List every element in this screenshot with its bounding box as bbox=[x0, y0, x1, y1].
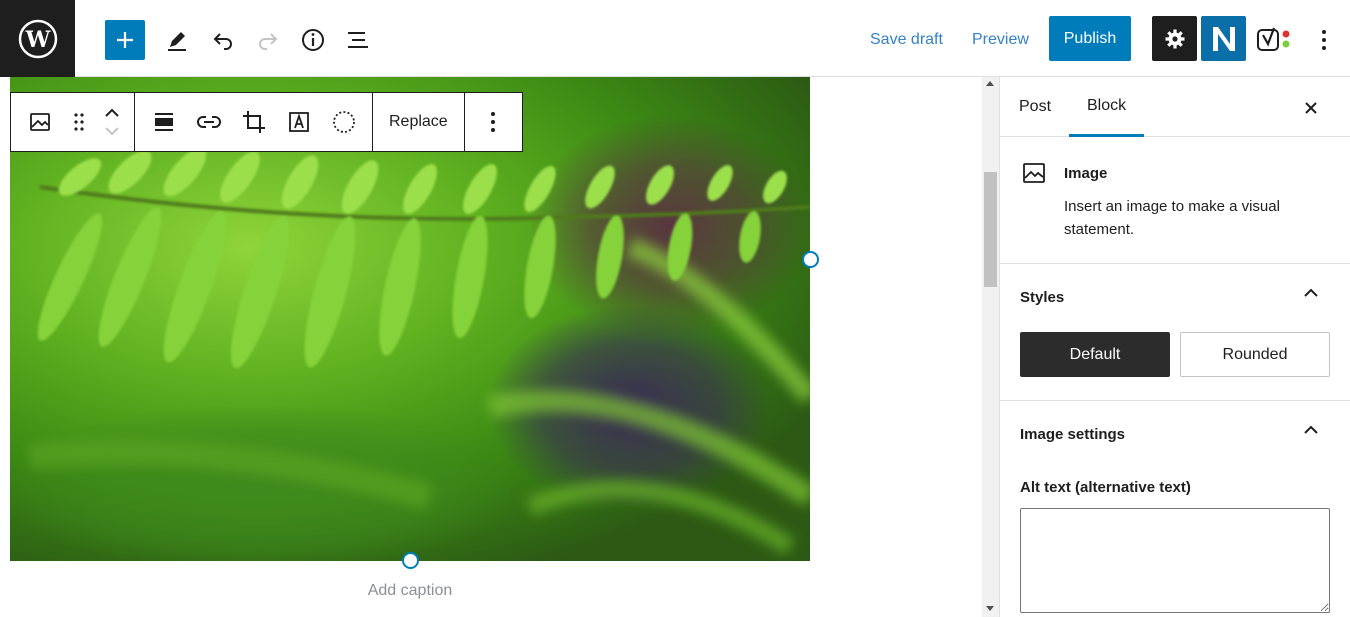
block-description: Insert an image to make a visual stateme… bbox=[1064, 198, 1280, 238]
yoast-button[interactable] bbox=[1252, 20, 1298, 60]
settings-button[interactable] bbox=[1152, 16, 1197, 61]
resize-handle-bottom[interactable] bbox=[402, 552, 419, 569]
canvas-scrollbar[interactable] bbox=[982, 77, 999, 617]
publish-button[interactable]: Publish bbox=[1049, 16, 1131, 61]
image-caption[interactable]: Add caption bbox=[10, 582, 970, 600]
replace-button[interactable]: Replace bbox=[379, 93, 458, 151]
styles-panel: Styles Default Rounded bbox=[1000, 264, 1350, 401]
align-button[interactable] bbox=[141, 93, 186, 151]
crop-button[interactable] bbox=[231, 93, 276, 151]
move-block-button[interactable] bbox=[95, 93, 128, 151]
link-button[interactable] bbox=[186, 93, 231, 151]
block-toolbar: Replace bbox=[10, 92, 523, 152]
styles-options: Default Rounded bbox=[1000, 330, 1350, 400]
add-block-button[interactable] bbox=[105, 20, 145, 60]
style-rounded-button[interactable]: Rounded bbox=[1180, 332, 1330, 377]
drag-handle-icon bbox=[73, 113, 84, 131]
wordpress-logo[interactable]: W bbox=[0, 0, 75, 77]
text-overlay-button[interactable] bbox=[276, 93, 321, 151]
align-icon bbox=[154, 113, 173, 131]
styles-panel-toggle[interactable]: Styles bbox=[1000, 264, 1350, 330]
image-icon bbox=[1023, 163, 1045, 183]
block-icon bbox=[1022, 161, 1046, 190]
close-icon bbox=[1305, 102, 1317, 114]
alt-text-label: Alt text (alternative text) bbox=[1020, 479, 1191, 496]
editor-header: W Save draft Preview Publish bbox=[0, 0, 1350, 77]
editor-canvas: Add caption bbox=[0, 77, 982, 617]
alt-text-input[interactable] bbox=[1020, 508, 1330, 613]
drag-handle[interactable] bbox=[62, 93, 95, 151]
info-icon bbox=[302, 29, 324, 51]
yoast-icon bbox=[1257, 27, 1290, 51]
redo-button[interactable] bbox=[248, 20, 288, 60]
list-view-button[interactable] bbox=[338, 20, 378, 60]
text-overlay-icon bbox=[288, 112, 309, 132]
image-settings-title: Image settings bbox=[1020, 425, 1126, 443]
scroll-thumb[interactable] bbox=[984, 172, 997, 287]
block-title: Image bbox=[1064, 165, 1108, 182]
style-default-button[interactable]: Default bbox=[1020, 332, 1170, 377]
link-icon bbox=[196, 116, 221, 128]
toolbar-group-format bbox=[135, 93, 373, 151]
image-settings-toggle[interactable]: Image settings bbox=[1000, 401, 1350, 467]
move-up-down-icon bbox=[104, 108, 119, 136]
scroll-up-arrow-icon[interactable] bbox=[986, 81, 994, 86]
image-settings-panel: Image settings Alt text (alternative tex… bbox=[1000, 401, 1350, 617]
n-plugin-icon bbox=[1212, 26, 1235, 51]
styles-panel-title: Styles bbox=[1020, 288, 1065, 306]
block-options-button[interactable] bbox=[471, 93, 516, 151]
gear-icon bbox=[1165, 29, 1184, 48]
preview-button[interactable]: Preview bbox=[972, 31, 1029, 49]
details-button[interactable] bbox=[293, 20, 333, 60]
save-draft-button[interactable]: Save draft bbox=[870, 31, 943, 49]
toolbar-group-block bbox=[11, 93, 135, 151]
crop-icon bbox=[242, 111, 265, 133]
wordpress-icon: W bbox=[18, 19, 57, 58]
scroll-down-arrow-icon[interactable] bbox=[986, 606, 994, 611]
toolbar-group-replace: Replace bbox=[373, 93, 465, 151]
duotone-icon bbox=[332, 111, 355, 133]
toolbar-group-more bbox=[465, 93, 522, 151]
n-plugin-button[interactable] bbox=[1201, 16, 1246, 61]
sidebar-tabs: Post Block bbox=[1000, 77, 1350, 137]
more-vertical-icon bbox=[1322, 30, 1326, 50]
tab-block[interactable]: Block bbox=[1069, 77, 1145, 137]
block-card: Image Insert an image to make a visual s… bbox=[1000, 137, 1350, 264]
close-sidebar-button[interactable] bbox=[1298, 95, 1324, 121]
tools-button[interactable] bbox=[157, 20, 197, 60]
svg-text:W: W bbox=[24, 27, 50, 53]
chevron-up-icon bbox=[1304, 288, 1318, 297]
image-icon bbox=[29, 113, 50, 131]
options-button[interactable] bbox=[1306, 20, 1342, 60]
duotone-button[interactable] bbox=[321, 93, 366, 151]
more-vertical-icon bbox=[491, 112, 496, 132]
redo-icon bbox=[259, 33, 278, 50]
resize-handle-right[interactable] bbox=[802, 251, 819, 268]
undo-icon bbox=[213, 33, 232, 50]
list-view-icon bbox=[348, 32, 368, 48]
pencil-icon bbox=[168, 32, 186, 51]
chevron-up-icon bbox=[1304, 425, 1318, 434]
tab-post[interactable]: Post bbox=[1019, 77, 1051, 137]
settings-sidebar: Post Block Image Insert an image to make… bbox=[999, 77, 1350, 617]
block-type-button[interactable] bbox=[17, 93, 62, 151]
plus-icon bbox=[117, 32, 133, 48]
undo-button[interactable] bbox=[203, 20, 243, 60]
